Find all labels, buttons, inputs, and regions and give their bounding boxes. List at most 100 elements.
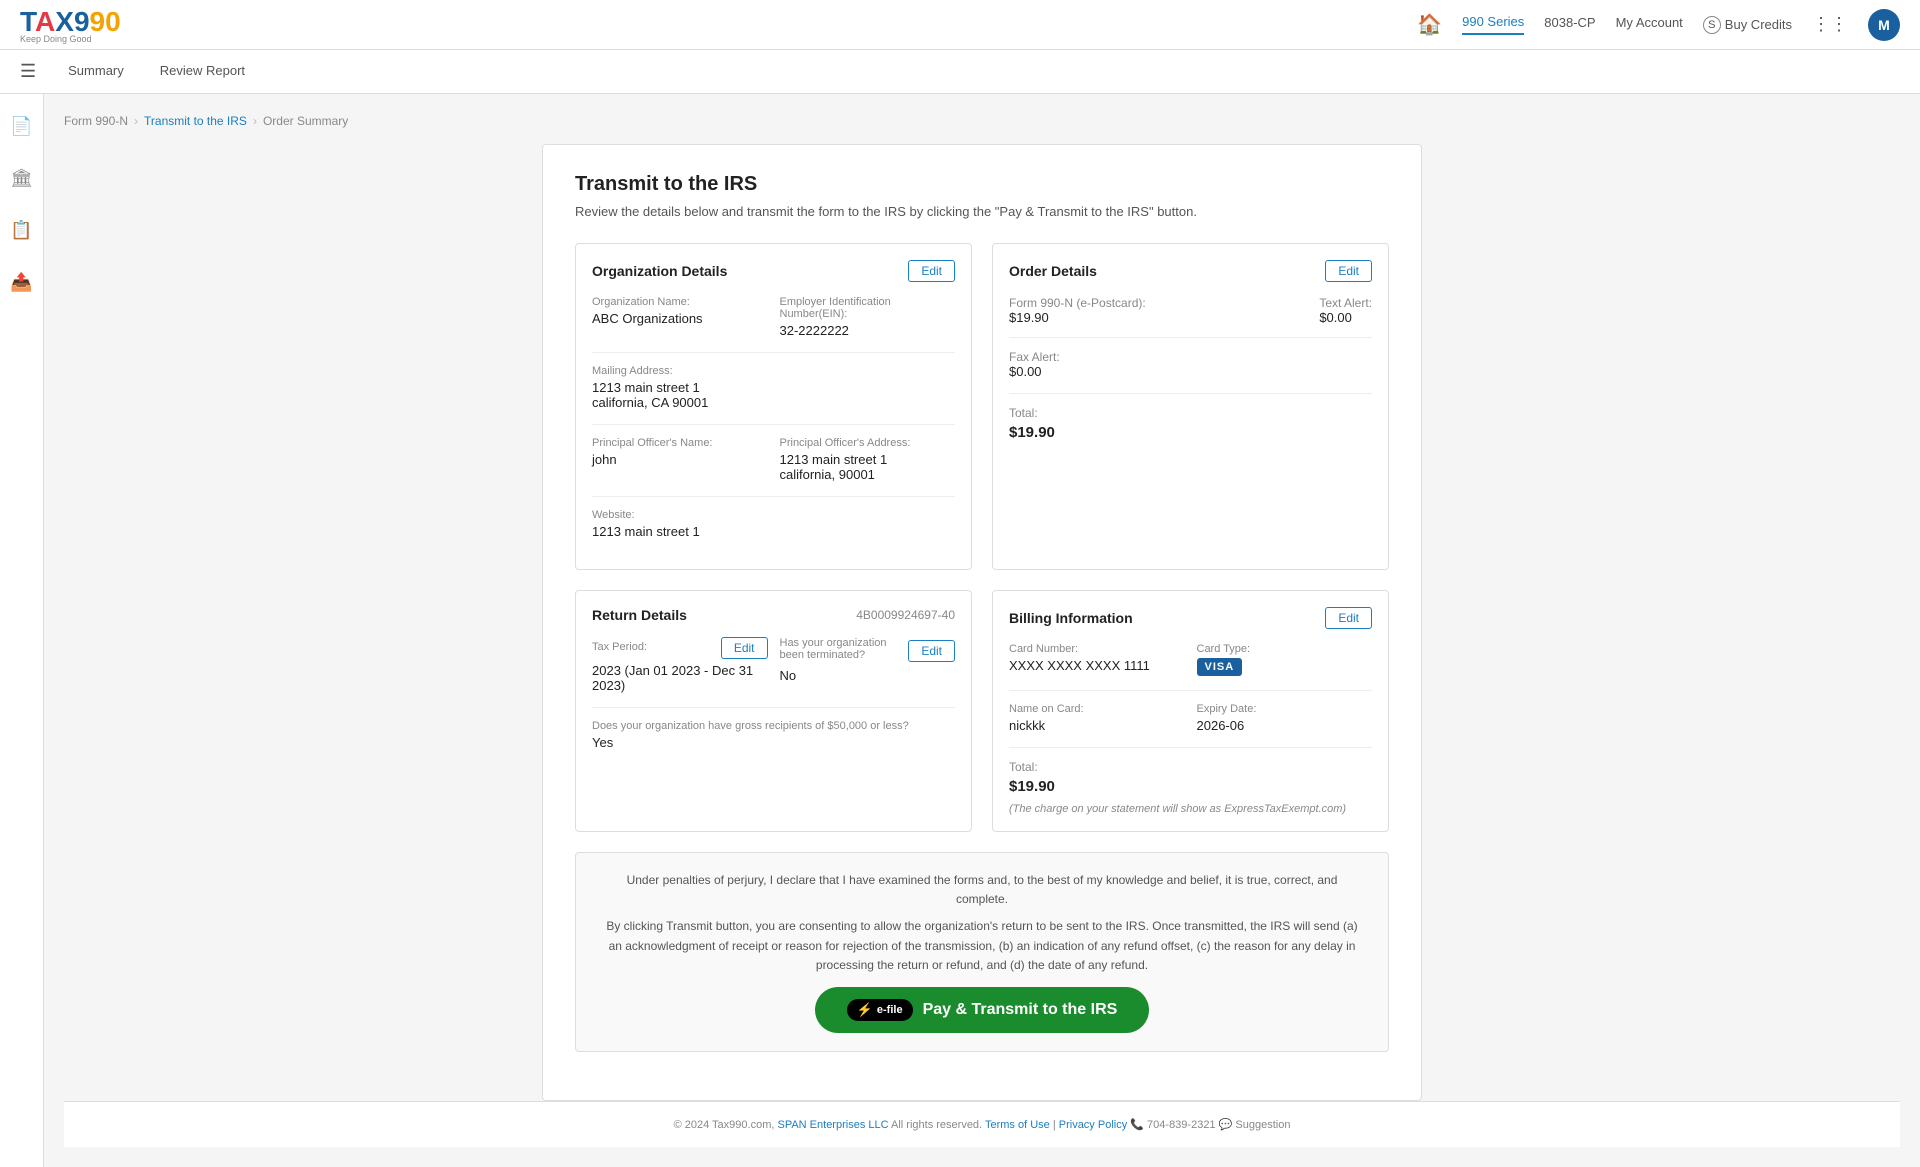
breadcrumb-transmit: Transmit to the IRS (144, 114, 247, 128)
order-card: Order Details Edit Form 990-N (e-Postcar… (992, 243, 1389, 570)
mailing-line2: california, CA 90001 (592, 395, 955, 410)
order-edit-button[interactable]: Edit (1325, 260, 1372, 282)
website-label: Website: (592, 509, 955, 521)
nav-8038[interactable]: 8038-CP (1544, 15, 1595, 34)
order-title: Order Details (1009, 263, 1097, 279)
hamburger-icon[interactable]: ☰ (20, 61, 36, 82)
officer-addr-line1: 1213 main street 1 (780, 452, 956, 467)
transmit-button[interactable]: ⚡ e-file Pay & Transmit to the IRS (815, 987, 1150, 1033)
nav-my-account[interactable]: My Account (1616, 15, 1683, 34)
ein-value: 32-2222222 (780, 323, 956, 338)
buy-credits-label[interactable]: Buy Credits (1725, 17, 1792, 32)
efile-label: e-file (877, 1004, 903, 1016)
tax-period-terminated-row: Tax Period: Edit 2023 (Jan 01 2023 - Dec… (592, 637, 955, 693)
transmit-btn-wrap: ⚡ e-file Pay & Transmit to the IRS (600, 987, 1364, 1033)
page-title: Transmit to the IRS (575, 173, 1389, 196)
billing-title: Billing Information (1009, 610, 1133, 626)
billing-card-header: Billing Information Edit (1009, 607, 1372, 629)
officer-row: Principal Officer's Name: john Principal… (592, 437, 955, 482)
breadcrumb-form[interactable]: Form 990-N (64, 114, 128, 128)
officer-name-value: john (592, 452, 768, 467)
org-card-header: Organization Details Edit (592, 260, 955, 282)
breadcrumb-order-summary[interactable]: Order Summary (263, 114, 348, 128)
name-on-card-value: nickkk (1009, 718, 1185, 733)
footer-span-link[interactable]: SPAN Enterprises LLC (777, 1119, 888, 1131)
footer-suggestion: Suggestion (1235, 1119, 1290, 1131)
visa-badge: VISA (1197, 658, 1243, 676)
card-number-type-row: Card Number: XXXX XXXX XXXX 1111 Card Ty… (1009, 643, 1372, 676)
org-edit-button[interactable]: Edit (908, 260, 955, 282)
gross-label: Does your organization have gross recipi… (592, 720, 955, 732)
grid-icon[interactable]: ⋮⋮ (1812, 14, 1848, 35)
home-icon[interactable]: 🏠 (1417, 12, 1442, 37)
gross-field: Does your organization have gross recipi… (592, 720, 955, 750)
top-nav: ☰ Summary Review Report (0, 50, 1920, 94)
tax-period-field: Tax Period: Edit 2023 (Jan 01 2023 - Dec… (592, 637, 768, 693)
summary-tab[interactable]: Summary (52, 55, 140, 88)
efile-badge: ⚡ e-file (847, 999, 913, 1021)
header-nav: 🏠 990 Series 8038-CP My Account S Buy Cr… (1417, 9, 1900, 41)
expiry-field: Expiry Date: 2026-06 (1197, 703, 1373, 733)
order-card-header: Order Details Edit (1009, 260, 1372, 282)
mailing-line1: 1213 main street 1 (592, 380, 955, 395)
buy-credits[interactable]: S Buy Credits (1703, 16, 1792, 34)
logo: TAX990 Keep Doing Good (20, 6, 121, 44)
footer-privacy-link[interactable]: Privacy Policy (1059, 1119, 1127, 1131)
billing-total-value: $19.90 (1009, 778, 1372, 795)
user-avatar[interactable]: M (1868, 9, 1900, 41)
gross-value: Yes (592, 735, 955, 750)
sidebar: 📄 🏛 📋 📤 (0, 94, 44, 1167)
sidebar-list-icon[interactable]: 📋 (6, 214, 38, 246)
sidebar-building-icon[interactable]: 🏛 (6, 162, 38, 194)
billing-total-field: Total: $19.90 (1009, 760, 1372, 795)
name-on-card-field: Name on Card: nickkk (1009, 703, 1185, 733)
footer-terms-link[interactable]: Terms of Use (985, 1119, 1050, 1131)
website-value: 1213 main street 1 (592, 524, 955, 539)
text-alert-label: Text Alert: (1319, 296, 1372, 310)
officer-addr-label: Principal Officer's Address: (780, 437, 956, 449)
org-name-value: ABC Organizations (592, 311, 768, 326)
footer: © 2024 Tax990.com, SPAN Enterprises LLC … (64, 1101, 1900, 1147)
footer-phone: 704-839-2321 (1147, 1119, 1216, 1131)
review-report-tab[interactable]: Review Report (144, 55, 261, 88)
organization-card: Organization Details Edit Organization N… (575, 243, 972, 570)
officer-name-label: Principal Officer's Name: (592, 437, 768, 449)
org-name-ein-row: Organization Name: ABC Organizations Emp… (592, 296, 955, 338)
card-type-field: Card Type: VISA (1197, 643, 1373, 676)
top-row: Organization Details Edit Organization N… (575, 243, 1389, 570)
name-expiry-row: Name on Card: nickkk Expiry Date: 2026-0… (1009, 703, 1372, 733)
return-title: Return Details (592, 607, 687, 623)
form990n-label: Form 990-N (e-Postcard): (1009, 296, 1146, 310)
order-total-field: Total: $19.90 (1009, 406, 1372, 441)
text-alert-value: $0.00 (1319, 310, 1372, 325)
tax-period-edit-button[interactable]: Edit (721, 637, 768, 659)
officer-addr-field: Principal Officer's Address: 1213 main s… (780, 437, 956, 482)
billing-edit-button[interactable]: Edit (1325, 607, 1372, 629)
sidebar-upload-icon[interactable]: 📤 (6, 266, 38, 298)
page-container: Transmit to the IRS Review the details b… (542, 144, 1422, 1101)
header: TAX990 Keep Doing Good 🏠 990 Series 8038… (0, 0, 1920, 50)
tax-period-value: 2023 (Jan 01 2023 - Dec 31 2023) (592, 663, 768, 693)
breadcrumb-sep-2: › (253, 114, 257, 128)
breadcrumb-sep-1: › (134, 114, 138, 128)
card-number-value: XXXX XXXX XXXX 1111 (1009, 658, 1185, 673)
disclaimer-line2: By clicking Transmit button, you are con… (600, 917, 1364, 975)
website-field: Website: 1213 main street 1 (592, 509, 955, 539)
nav-990-series[interactable]: 990 Series (1462, 14, 1524, 35)
terminated-edit-button[interactable]: Edit (908, 640, 955, 662)
card-number-field: Card Number: XXXX XXXX XXXX 1111 (1009, 643, 1185, 676)
billing-total-label: Total: (1009, 760, 1372, 774)
terminated-value: No (780, 668, 956, 683)
billing-card: Billing Information Edit Card Number: XX… (992, 590, 1389, 832)
sidebar-document-icon[interactable]: 📄 (6, 110, 38, 142)
main-content: Form 990-N › Transmit to the IRS › Order… (44, 94, 1920, 1167)
terminated-label: Has your organization been terminated? (780, 637, 909, 661)
return-card: Return Details 4B0009924697-40 Tax Perio… (575, 590, 972, 832)
disclaimer-box: Under penalties of perjury, I declare th… (575, 852, 1389, 1052)
card-number-label: Card Number: (1009, 643, 1185, 655)
footer-rights: All rights reserved. (891, 1119, 982, 1131)
bottom-row: Return Details 4B0009924697-40 Tax Perio… (575, 590, 1389, 832)
org-title: Organization Details (592, 263, 727, 279)
footer-copyright: © 2024 Tax990.com, (674, 1119, 775, 1131)
form990n-field: Form 990-N (e-Postcard): $19.90 (1009, 296, 1146, 325)
